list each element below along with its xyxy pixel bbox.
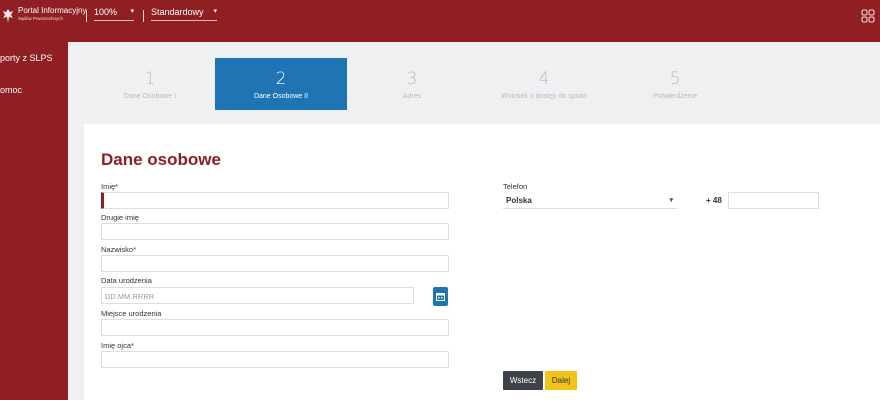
view-mode-value: Standardowy: [151, 7, 204, 17]
sidebar-item-help[interactable]: omoc: [0, 85, 22, 95]
step-label: Wniosek o dostęp do spraw: [501, 93, 587, 100]
portal-title[interactable]: Portal Informacyjny: [18, 6, 86, 15]
eagle-emblem-icon: [2, 8, 14, 24]
divider: [143, 10, 144, 22]
country-select[interactable]: Polska ▾: [503, 193, 677, 209]
surname-input[interactable]: [101, 255, 449, 272]
phone-input[interactable]: [728, 192, 819, 209]
step-label: Adres: [402, 93, 422, 100]
birth-date-label: Data urodzenia: [101, 276, 152, 285]
step-1[interactable]: 1 Dane Osobowe I: [84, 58, 216, 110]
phone-label: Telefon: [503, 182, 528, 191]
phone-prefix: + 48: [706, 196, 722, 205]
step-2[interactable]: 2 Dane Osobowe II: [215, 58, 347, 110]
father-name-input[interactable]: [101, 351, 449, 368]
wizard-stepper: 1 Dane Osobowe I 2 Dane Osobowe II 3 Adr…: [84, 58, 880, 110]
country-value: Polska: [506, 196, 532, 205]
step-label: Potwierdzenie: [653, 93, 697, 100]
view-mode-select[interactable]: Standardowy ▾: [151, 7, 217, 21]
next-button[interactable]: Dalej: [545, 371, 577, 390]
step-number: 1: [144, 69, 156, 89]
step-number: 4: [538, 69, 550, 89]
step-5[interactable]: 5 Potwierdzenie: [609, 58, 741, 110]
divider: [86, 10, 87, 22]
step-label: Dane Osobowe II: [253, 93, 309, 100]
surname-label: Nazwisko*: [101, 245, 137, 254]
birth-place-label: Miejsce urodzenia: [101, 309, 162, 318]
sidebar-item-reports[interactable]: porty z SLPS: [0, 53, 53, 63]
chevron-down-icon: ▾: [669, 197, 673, 204]
first-name-label: Imię*: [101, 182, 119, 191]
step-3[interactable]: 3 Adres: [346, 58, 478, 110]
middle-name-input[interactable]: [101, 223, 449, 240]
father-name-label: Imię ojca*: [101, 341, 134, 350]
apps-grid-icon[interactable]: [861, 9, 875, 23]
calendar-icon: [436, 293, 445, 301]
top-bar: Portal Informacyjny Sądów Powszechnych 1…: [0, 0, 880, 42]
birth-place-input[interactable]: [101, 319, 449, 336]
step-number: 5: [669, 69, 681, 89]
page-title: Dane osobowe: [101, 150, 221, 169]
calendar-button[interactable]: [433, 287, 448, 306]
step-4[interactable]: 4 Wniosek o dostęp do spraw: [478, 58, 610, 110]
step-number: 2: [275, 69, 287, 89]
middle-name-label: Drugie imię: [101, 213, 139, 222]
chevron-down-icon: ▾: [213, 8, 217, 15]
chevron-down-icon: ▾: [130, 8, 134, 15]
portal-subtitle: Sądów Powszechnych: [18, 16, 64, 21]
zoom-value: 100%: [94, 7, 118, 17]
step-label: Dane Osobowe I: [123, 93, 177, 100]
step-number: 3: [406, 69, 418, 89]
zoom-select[interactable]: 100% ▾: [94, 7, 134, 21]
sidebar: porty z SLPS omoc: [0, 42, 68, 400]
first-name-input[interactable]: [101, 192, 449, 209]
birth-date-input[interactable]: DD.MM.RRRR: [101, 287, 414, 304]
back-button[interactable]: Wstecz: [503, 371, 543, 390]
